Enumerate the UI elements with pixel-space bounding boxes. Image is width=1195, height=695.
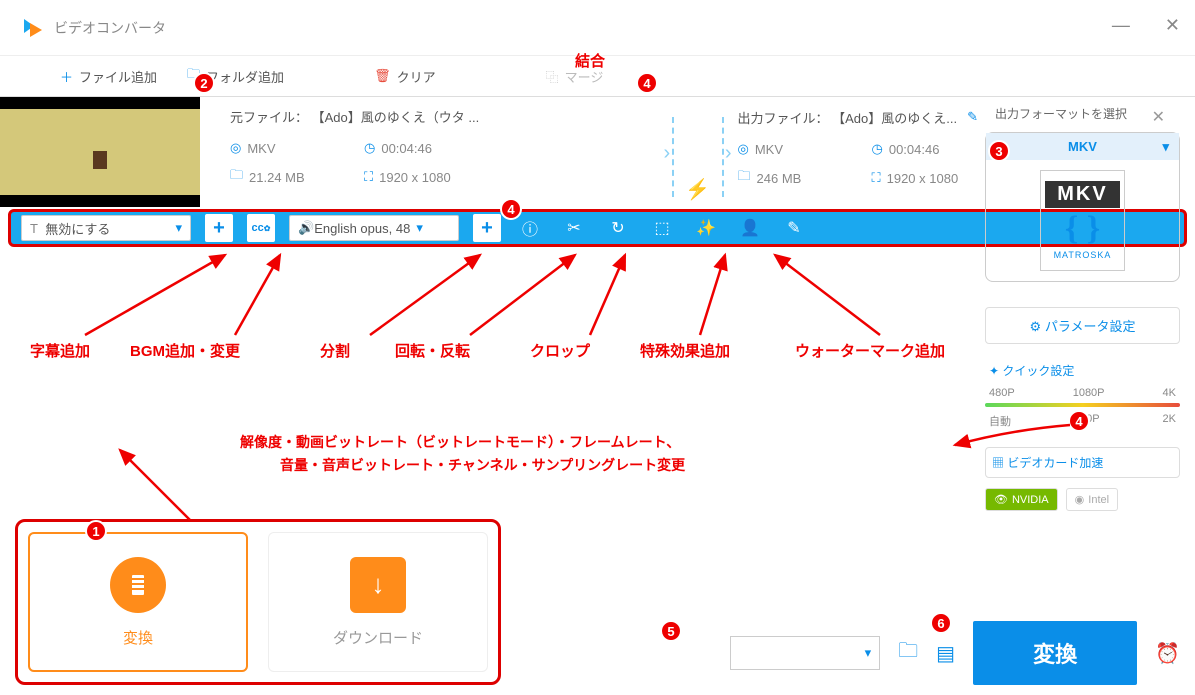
disc-icon: ◎ [230, 140, 241, 156]
annotation: 音量・音声ビットレート・チャンネル・サンプリングレート変更 [280, 455, 685, 475]
effects-icon[interactable]: ✨ [691, 218, 721, 238]
add-subtitle-button[interactable]: + [205, 214, 233, 242]
app-title: ビデオコンバータ [54, 18, 166, 38]
merge-button[interactable]: ⿻マージ [546, 67, 604, 86]
expand-icon: ⛶ [364, 169, 373, 185]
clock-icon: ◷ [872, 141, 883, 157]
parameter-settings-button[interactable]: ⚙ パラメータ設定 [985, 307, 1180, 344]
expand-icon: ⛶ [872, 170, 881, 186]
open-folder-button[interactable]: 🗀 [898, 636, 918, 670]
subtitle-dropdown[interactable]: T 無効にする▾ [21, 215, 191, 241]
info-icon[interactable]: ⓘ [515, 216, 545, 240]
cc-button[interactable]: cc✿ [247, 214, 275, 242]
mode-tabs: 変換 ↓ ダウンロード [15, 519, 501, 685]
convert-icon [110, 557, 166, 613]
titlebar: ビデオコンバータ — ✕ [0, 0, 1195, 56]
plus-icon: ＋ [60, 67, 73, 86]
trash-icon: 🗑 [374, 68, 391, 84]
disc-icon: ◎ [738, 141, 749, 157]
convert-tab[interactable]: 変換 [28, 532, 248, 672]
clear-button[interactable]: 🗑クリア [374, 67, 436, 86]
folder-icon: 🗀 [230, 166, 243, 188]
format-selector[interactable]: MKV▾ MKV { } MATROSKA [985, 132, 1180, 282]
download-tab[interactable]: ↓ ダウンロード [268, 532, 488, 672]
crop-icon[interactable]: ⬚ [647, 218, 677, 238]
bottom-bar: ▾ 🗀 ▤ 変換 ⏰ [730, 621, 1180, 685]
download-icon: ↓ [350, 557, 406, 613]
cut-icon[interactable]: ✂ [559, 218, 589, 238]
annotation: 字幕追加 [30, 340, 90, 361]
rotate-icon[interactable]: ↻ [603, 218, 633, 238]
folder-icon: 🗀 [738, 167, 751, 189]
quality-slider[interactable] [985, 403, 1180, 407]
add-file-button[interactable]: ＋ファイル追加 [60, 67, 157, 86]
annotation: 回転・反転 [395, 340, 470, 361]
bolt-icon: ⚡ [685, 177, 710, 202]
intel-chip: ◉ Intel [1066, 488, 1118, 511]
audio-dropdown[interactable]: 🔊English opus, 48▾ [289, 215, 459, 241]
convert-button[interactable]: 変換 [973, 621, 1137, 685]
gpu-accel-label: ▦ ビデオカード加速 [985, 447, 1180, 478]
close-button[interactable]: ✕ [1165, 15, 1180, 36]
add-folder-button[interactable]: 🗀フォルダ追加 [187, 65, 284, 87]
app-logo-icon [20, 16, 44, 40]
annotation: ウォーターマーク追加 [795, 340, 945, 361]
list-button[interactable]: ▤ [936, 641, 955, 666]
edit-icon[interactable]: ✎ [779, 218, 809, 238]
annotation: 解像度・動画ビットレート（ビットレートモード）・フレームレート、 [240, 432, 680, 452]
chevron-down-icon: ▾ [1162, 139, 1169, 155]
watermark-icon[interactable]: 👤 [735, 218, 765, 238]
minimize-button[interactable]: — [1112, 15, 1130, 36]
output-format-panel: 出力フォーマットを選択 MKV▾ MKV { } MATROSKA ⚙ パラメー… [985, 105, 1180, 511]
source-info: 元ファイル： 【Ado】風のゆくえ（ウタ ... ◎ MKV ◷ 00:04:4… [220, 107, 668, 199]
annotation: クロップ [530, 340, 590, 361]
edit-name-button[interactable]: ✎ [967, 109, 978, 125]
badge-5: 5 [660, 620, 682, 642]
nvidia-chip: 👁 NVIDIA [985, 488, 1058, 511]
mkv-logo-icon: MKV { } MATROSKA [1040, 170, 1124, 271]
annotation: 特殊効果追加 [640, 340, 730, 361]
annotation: BGM追加・変更 [130, 340, 240, 361]
folder-plus-icon: 🗀 [187, 65, 200, 87]
add-audio-button[interactable]: + [473, 214, 501, 242]
output-path-dropdown[interactable]: ▾ [730, 636, 880, 670]
quick-settings-label: ✦ クイック設定 [989, 362, 1180, 379]
merge-icon: ⿻ [546, 67, 559, 86]
video-thumbnail[interactable] [0, 97, 200, 207]
clock-icon: ◷ [364, 140, 375, 156]
main-toolbar: ＋ファイル追加 🗀フォルダ追加 🗑クリア ⿻マージ [0, 56, 1195, 96]
schedule-button[interactable]: ⏰ [1155, 641, 1180, 666]
annotation: 分割 [320, 340, 350, 361]
